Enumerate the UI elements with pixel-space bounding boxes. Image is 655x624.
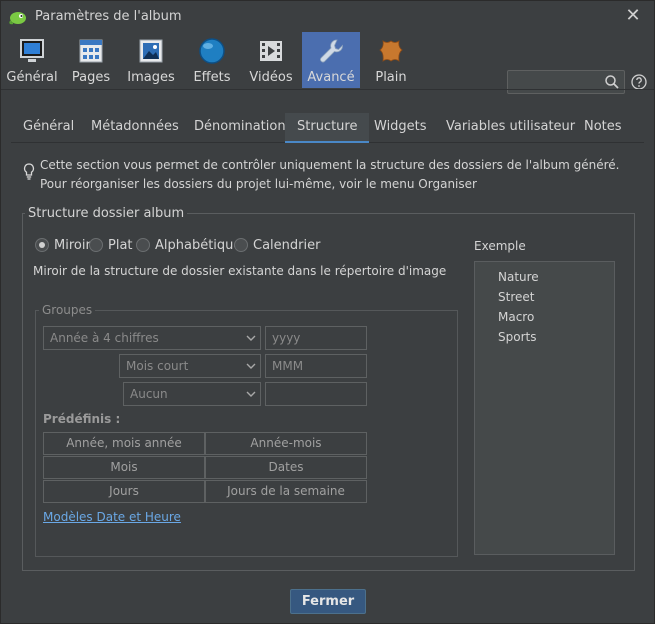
radio-calendrier[interactable]: Calendrier (234, 236, 320, 254)
tab-notes[interactable]: Notes (572, 113, 634, 143)
leather-icon (379, 40, 403, 62)
list-item: Sports (498, 330, 537, 344)
sub-tabs: Général Métadonnées Dénomination Structu… (11, 113, 644, 143)
info-line: Pour réorganiser les dossiers du projet … (40, 177, 477, 191)
info-line: Cette section vous permet de contrôler u… (40, 158, 620, 172)
preset-annee-mois-annee-button[interactable]: Année, mois année (43, 432, 205, 455)
radio-plat[interactable]: Plat (89, 236, 133, 254)
window-title: Paramètres de l'album (35, 9, 182, 24)
lightbulb-icon (23, 163, 35, 180)
tab-widgets[interactable]: Widgets (362, 113, 439, 143)
example-folder-list: Nature Street Macro Sports (474, 261, 615, 555)
tab-metadonnees[interactable]: Métadonnées (79, 113, 191, 143)
tab-denomination[interactable]: Dénomination (182, 113, 298, 143)
radio-label: Miroir (54, 237, 91, 253)
toolbar-label: Pages (71, 70, 111, 85)
group-select-third[interactable]: Aucun (123, 382, 261, 406)
toolbar-effets[interactable]: Effets (184, 32, 240, 88)
group-format-field-year[interactable]: yyyy (265, 326, 367, 350)
predefined-label: Prédéfinis : (43, 412, 121, 426)
chameleon-app-icon (9, 12, 26, 25)
radio-label: Plat (108, 237, 133, 253)
close-button[interactable]: Fermer (290, 589, 366, 614)
chevron-down-icon (246, 363, 256, 369)
list-item: Nature (498, 270, 539, 284)
radio-alphabetique[interactable]: Alphabétique (136, 236, 241, 254)
toolbar-label: Avancé (307, 70, 355, 85)
radio-dot (136, 238, 150, 252)
toolbar-avance[interactable]: Avancé (302, 32, 360, 88)
close-icon[interactable]: ✕ (621, 4, 645, 28)
sphere-icon (199, 38, 225, 64)
select-value: Mois court (126, 359, 189, 373)
date-time-templates-link[interactable]: Modèles Date et Heure (43, 510, 181, 524)
tab-structure[interactable]: Structure (285, 113, 370, 143)
example-label: Exemple (474, 239, 526, 253)
toolbar-videos[interactable]: Vidéos (243, 32, 299, 88)
radio-dot (234, 238, 248, 252)
toolbar-label: Général (6, 70, 58, 85)
preset-dates-button[interactable]: Dates (205, 456, 367, 479)
tab-general[interactable]: Général (11, 113, 86, 143)
chevron-down-icon (246, 335, 256, 341)
search-input[interactable] (507, 70, 625, 94)
preset-annee-mois-button[interactable]: Année-mois (205, 432, 367, 455)
group-select-year[interactable]: Année à 4 chiffres (43, 326, 261, 350)
title-bar: Paramètres de l'album ✕ (1, 1, 654, 33)
toolbar-label: Vidéos (249, 70, 293, 85)
groupes-title: Groupes (39, 303, 96, 317)
radio-dot (89, 238, 103, 252)
category-toolbar: Général Pages Images Effets Vidéos Avanc… (1, 32, 654, 94)
film-icon (260, 41, 282, 61)
chevron-down-icon (246, 391, 256, 397)
radio-label: Alphabétique (155, 237, 242, 253)
radio-dot (35, 238, 49, 252)
select-value: Aucun (130, 387, 168, 401)
toolbar-plain[interactable]: Plain (363, 32, 419, 88)
select-value: Année à 4 chiffres (50, 331, 159, 345)
structure-description: Miroir de la structure de dossier exista… (33, 264, 447, 278)
help-icon[interactable] (631, 74, 647, 90)
preset-jours-semaine-button[interactable]: Jours de la semaine (205, 480, 367, 503)
tab-variables-utilisateur[interactable]: Variables utilisateur (434, 113, 587, 143)
group-select-month[interactable]: Mois court (119, 354, 261, 378)
radio-miroir[interactable]: Miroir (35, 236, 91, 254)
toolbar-general[interactable]: Général (4, 32, 60, 88)
info-text: Cette section vous permet de contrôler u… (40, 156, 619, 194)
toolbar-images[interactable]: Images (122, 32, 180, 88)
list-item: Macro (498, 310, 535, 324)
group-format-field-month[interactable]: MMM (265, 354, 367, 378)
radio-label: Calendrier (253, 237, 321, 253)
monitor-icon (20, 39, 44, 62)
preset-mois-button[interactable]: Mois (43, 456, 205, 479)
toolbar-label: Effets (193, 70, 231, 85)
toolbar-label: Images (127, 70, 175, 85)
settings-window: Paramètres de l'album ✕ Général Pages Im… (0, 0, 655, 624)
preset-jours-button[interactable]: Jours (43, 480, 205, 503)
search-icon (605, 75, 619, 89)
grid-page-icon (79, 39, 103, 63)
image-icon (139, 39, 163, 63)
wrench-icon (320, 39, 343, 63)
toolbar-pages[interactable]: Pages (63, 32, 119, 88)
list-item: Street (498, 290, 535, 304)
group-format-field-third[interactable] (265, 382, 367, 406)
toolbar-divider (1, 89, 654, 90)
toolbar-label: Plain (375, 70, 407, 85)
structure-group-title: Structure dossier album (25, 206, 188, 221)
